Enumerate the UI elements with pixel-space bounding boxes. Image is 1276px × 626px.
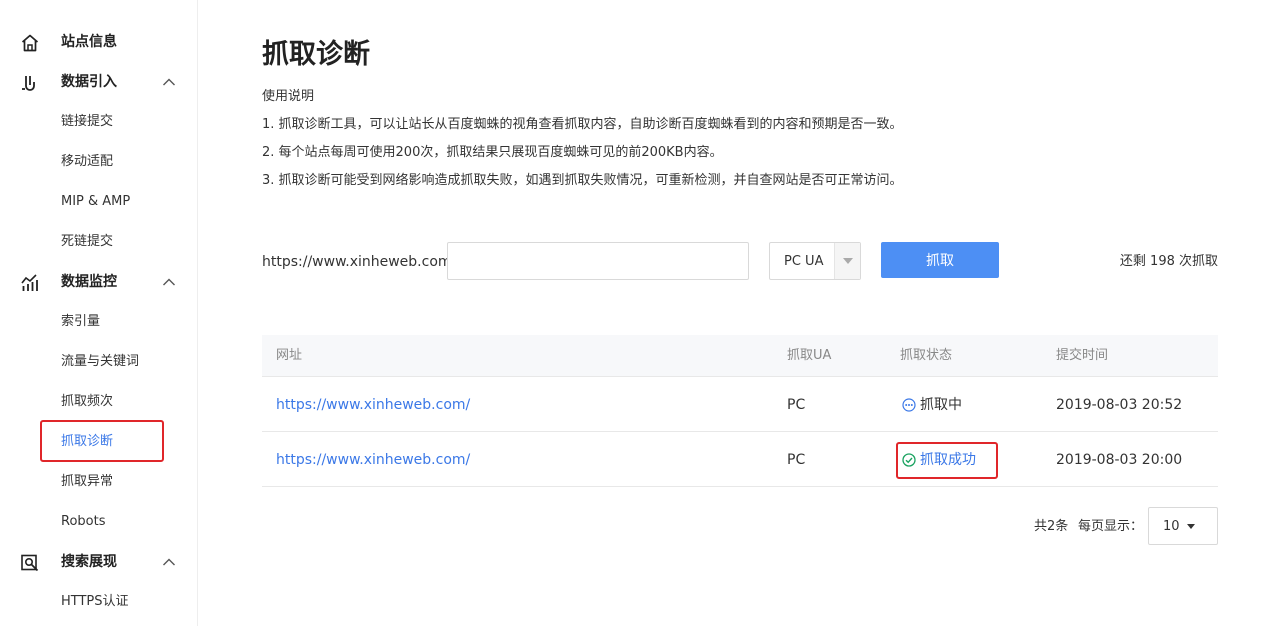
instruction-line: 2. 每个站点每周可使用200次，抓取结果只展现百度蜘蛛可见的前200KB内容。 [262,145,723,160]
pagination-total: 共2条 [1034,519,1069,534]
sidebar-item-crawl-frequency[interactable]: 抓取频次 [61,382,113,422]
chevron-up-icon[interactable] [162,76,176,88]
chevron-up-icon[interactable] [162,276,176,288]
results-table: 网址 抓取UA 抓取状态 提交时间 https://www.xinheweb.c… [262,335,1218,487]
sidebar-group-site-info[interactable]: 站点信息 [0,22,197,62]
sidebar-group-search-display[interactable]: 搜索展现 [0,542,197,582]
chart-icon [21,274,38,291]
page-size-select[interactable]: 10 [1148,507,1218,545]
data-import-icon [22,76,35,91]
url-prefix: https://www.xinheweb.com/ [262,254,457,270]
table-header: 网址 抓取UA 抓取状态 提交时间 [262,335,1218,377]
column-header-time: 提交时间 [1056,348,1109,363]
row-url-link[interactable]: https://www.xinheweb.com/ [276,395,470,415]
ua-select-value: PC UA [784,254,824,269]
caret-down-icon [1187,524,1195,529]
row-ua: PC [787,397,806,413]
sidebar-item-index-volume[interactable]: 索引量 [61,302,100,342]
table-row: https://www.xinheweb.com/ PC 抓取成功 2019-0… [262,432,1218,487]
row-time: 2019-08-03 20:00 [1056,452,1183,468]
sidebar-group-label: 数据引入 [61,74,117,90]
search-display-icon [21,554,39,572]
sidebar-group-data-monitor[interactable]: 数据监控 [0,262,197,302]
remaining-count: 还剩 198 次抓取 [1119,254,1218,269]
sidebar-item-mobile-adapt[interactable]: 移动适配 [61,142,113,182]
column-header-url: 网址 [276,348,303,363]
column-header-status: 抓取状态 [900,348,953,363]
sidebar-item-traffic-keywords[interactable]: 流量与关键词 [61,342,139,382]
sidebar-group-label: 数据监控 [61,274,117,290]
page-size-value: 10 [1163,519,1180,534]
page-title: 抓取诊断 [262,39,370,70]
sidebar-item-mip-amp[interactable]: MIP & AMP [61,182,130,222]
page-size-label: 每页显示： [1078,519,1144,534]
instruction-line: 3. 抓取诊断可能受到网络影响造成抓取失败，如遇到抓取失败情况，可重新检测，并自… [262,173,903,188]
status-text: 抓取中 [920,397,962,413]
row-status: 抓取中 [902,395,962,415]
caret-down-icon[interactable] [834,243,860,279]
sidebar-group-label: 站点信息 [61,34,117,50]
url-path-input[interactable] [447,242,749,280]
instructions-title: 使用说明 [262,89,315,104]
chevron-up-icon[interactable] [162,556,176,568]
highlight-box [896,442,998,479]
sidebar-item-robots[interactable]: Robots [61,502,105,542]
fetch-button[interactable]: 抓取 [881,242,999,278]
sidebar-group-data-import[interactable]: 数据引入 [0,62,197,102]
instruction-line: 1. 抓取诊断工具，可以让站长从百度蜘蛛的视角查看抓取内容，自助诊断百度蜘蛛看到… [262,117,903,132]
sidebar-item-https-cert[interactable]: HTTPS认证 [61,582,129,622]
row-url-link[interactable]: https://www.xinheweb.com/ [276,450,470,470]
column-header-ua: 抓取UA [787,348,832,363]
sidebar-group-label: 搜索展现 [61,554,117,570]
sidebar-item-link-submit[interactable]: 链接提交 [61,102,113,142]
sidebar: 站点信息 数据引入 链接提交 移动适配 MIP & AMP 死链提交 数据监控 … [0,0,198,626]
row-time: 2019-08-03 20:52 [1056,397,1183,413]
more-circle-icon [902,398,916,412]
sidebar-item-deadlink-submit[interactable]: 死链提交 [61,222,113,262]
table-row: https://www.xinheweb.com/ PC 抓取中 2019-08… [262,377,1218,432]
row-ua: PC [787,452,806,468]
sidebar-item-crawl-errors[interactable]: 抓取异常 [61,462,113,502]
home-icon [21,34,39,52]
ua-select[interactable]: PC UA [769,242,861,280]
highlight-box [40,420,164,462]
